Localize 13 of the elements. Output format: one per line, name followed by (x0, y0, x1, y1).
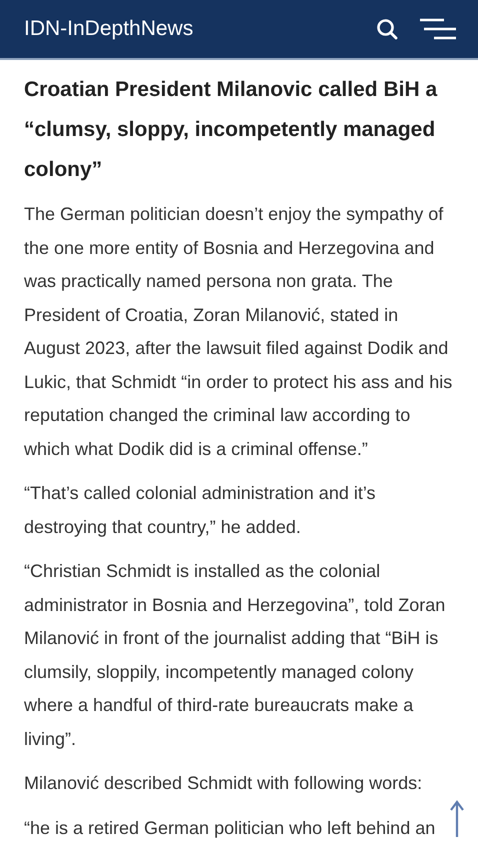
site-title[interactable]: IDN-InDepthNews (24, 17, 354, 41)
article-paragraph: “That’s called colonial administration and it’s destroying that country,” he added. (24, 482, 377, 539)
article-paragraph: Milanović described Schmidt with following words: (24, 772, 424, 795)
search-button[interactable] (376, 18, 398, 40)
arrow-up-icon (450, 800, 464, 838)
scroll-top-button[interactable] (450, 800, 464, 838)
article-paragraph: “he is a retired German politician who left behind an (24, 816, 436, 840)
menu-button[interactable] (420, 18, 456, 40)
article-paragraph: The German politician doesn’t enjoy the sympathy of the one more entity of Bosnia and Herzegovina and was practically named persona non grata. The President of Croatia, Zoran Milanović, stated in August 2023, after the lawsuit filed against Dodik and Lukic, that Schmidt “in order to protect his ass and his reputation changed the criminal law according to which what Dodik did is a criminal offense.” (24, 203, 454, 460)
search-icon (376, 18, 398, 40)
menu-icon (420, 18, 456, 40)
article-paragraph: “Christian Schmidt is installed as the colonial administrator in Bosnia and Herzegovina”, told Zoran Milanović in front of the journalist adding that “BiH is clumsily, sloppily, incompetently managed colony where a handful of third-rate bureaucrats make a living”. (24, 560, 446, 751)
article-headline: Croatian President Milanovic called BiH a “clumsy, sloppy, incompetently managed colony” (24, 77, 438, 183)
